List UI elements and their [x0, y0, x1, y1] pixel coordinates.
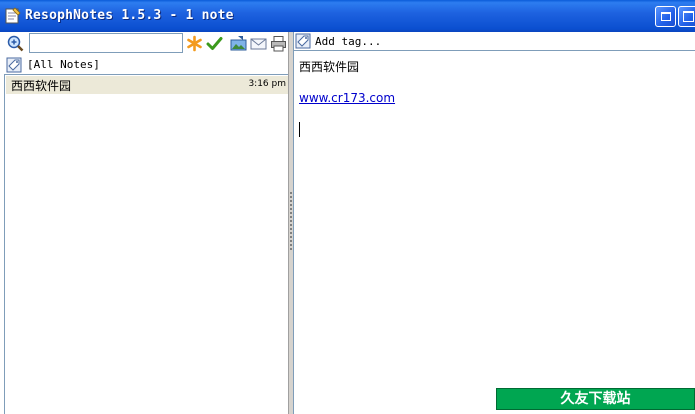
note-link[interactable]: www.cr173.com — [299, 91, 395, 105]
minimize-icon — [661, 12, 671, 21]
search-icon[interactable] — [7, 35, 24, 52]
asterisk-icon[interactable] — [186, 35, 203, 52]
editor-pane: 西西软件园 www.cr173.com — [294, 32, 695, 414]
splitter-grip — [290, 192, 292, 252]
tag-filter[interactable]: [All Notes] — [0, 56, 291, 74]
watermark: 久友下载站(www.9upk.com) — [496, 388, 695, 414]
printer-icon[interactable] — [270, 35, 287, 52]
checkmark-icon[interactable] — [206, 35, 223, 52]
window-title: ResophNotes 1.5.3 - 1 note — [25, 8, 234, 23]
tag-bar — [294, 32, 695, 51]
add-tag-input[interactable] — [313, 33, 693, 50]
note-editor[interactable]: 西西软件园 www.cr173.com — [294, 52, 695, 414]
export-image-icon[interactable] — [230, 35, 247, 52]
note-list-item[interactable]: 西西软件园 3:16 pm — [6, 76, 290, 94]
maximize-button[interactable] — [678, 6, 695, 27]
notepad-icon — [5, 7, 21, 24]
search-input[interactable] — [29, 33, 183, 53]
tag-icon — [6, 57, 22, 73]
toolbar — [0, 32, 291, 55]
text-caret — [299, 122, 300, 137]
note-text-line: 西西软件园 — [299, 60, 360, 74]
note-list: 西西软件园 3:16 pm — [4, 74, 291, 414]
envelope-icon[interactable] — [250, 35, 267, 52]
tag-filter-label: [All Notes] — [27, 58, 100, 71]
minimize-button[interactable] — [655, 6, 676, 27]
maximize-icon — [683, 11, 694, 22]
title-bar[interactable]: ResophNotes 1.5.3 - 1 note — [0, 0, 695, 32]
note-title: 西西软件园 — [11, 79, 72, 93]
note-timestamp: 3:16 pm — [248, 79, 286, 89]
tag-icon — [295, 33, 311, 49]
left-pane: [All Notes] 西西软件园 3:16 pm — [0, 32, 291, 414]
